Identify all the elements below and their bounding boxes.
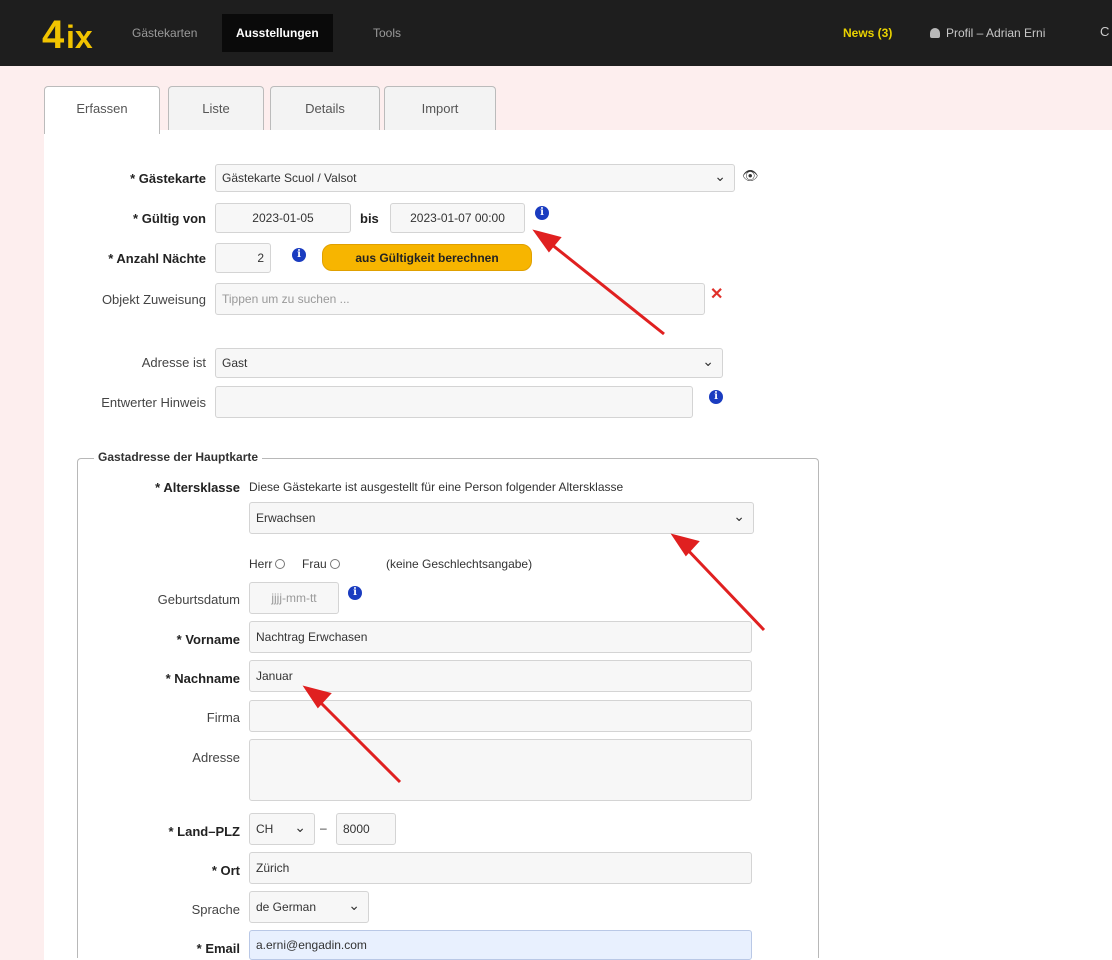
- radio-icon: [275, 559, 286, 569]
- news-link[interactable]: News (3): [843, 26, 892, 40]
- tab-import[interactable]: Import: [384, 86, 496, 132]
- tab-erfassen[interactable]: Erfassen: [44, 86, 160, 134]
- entwerter-hinweis-input[interactable]: [215, 386, 693, 418]
- altersklasse-hint: Diese Gästekarte ist ausgestellt für ein…: [249, 480, 624, 494]
- eye-icon[interactable]: 👁: [742, 168, 759, 184]
- plz-input[interactable]: 8000: [336, 813, 396, 845]
- email-label: * Email: [196, 941, 240, 956]
- tab-liste[interactable]: Liste: [168, 86, 264, 132]
- radio-icon: [329, 559, 340, 569]
- adresse-ist-label: Adresse ist: [141, 355, 206, 370]
- profile-link[interactable]: Profil – Adrian Erni: [930, 26, 1045, 40]
- frau-radio[interactable]: Frau: [302, 557, 340, 571]
- land-select[interactable]: CH: [249, 813, 315, 845]
- altersklasse-select[interactable]: Erwachsen: [249, 502, 754, 534]
- user-icon: [930, 28, 940, 38]
- adresse-ist-select[interactable]: Gast: [215, 348, 723, 378]
- vorname-label: * Vorname: [176, 632, 240, 647]
- keine-geschlechtsangabe-radio[interactable]: (keine Geschlechtsangabe): [386, 557, 532, 571]
- objekt-zuweisung-label: Objekt Zuweisung: [101, 292, 206, 307]
- gaestekarte-label: * Gästekarte: [130, 171, 206, 186]
- firma-label: Firma: [206, 710, 240, 725]
- info-icon[interactable]: i: [292, 248, 306, 262]
- top-navigation-bar: 4 ix Gästekarten Ausstellungen Tools New…: [0, 0, 1112, 66]
- geburtsdatum-input[interactable]: jjjj-mm-tt: [249, 582, 339, 614]
- ort-label: * Ort: [211, 863, 240, 878]
- svg-text:4: 4: [42, 13, 65, 57]
- svg-text:ix: ix: [66, 19, 93, 55]
- 4ix-logo[interactable]: 4 ix: [42, 12, 106, 58]
- adresse-label: Adresse: [192, 750, 240, 765]
- anzahl-naechte-input[interactable]: 2: [215, 243, 271, 273]
- nachname-label: * Nachname: [165, 671, 240, 686]
- firma-input[interactable]: [249, 700, 752, 732]
- entwerter-hinweis-label: Entwerter Hinweis: [101, 395, 206, 410]
- sprache-label: Sprache: [191, 902, 240, 917]
- bis-label: bis: [360, 211, 379, 226]
- nav-gaestekarten[interactable]: Gästekarten: [132, 26, 197, 40]
- gueltig-bis-input[interactable]: 2023-01-07 00:00: [390, 203, 525, 233]
- info-icon[interactable]: i: [535, 206, 549, 220]
- info-icon[interactable]: i: [348, 586, 362, 600]
- land-plz-dash: –: [320, 821, 327, 835]
- gaestekarte-select[interactable]: Gästekarte Scuol / Valsot: [215, 164, 735, 192]
- clear-icon[interactable]: ✕: [710, 284, 723, 304]
- tab-details[interactable]: Details: [270, 86, 380, 132]
- gastadresse-legend: Gastadresse der Hauptkarte: [94, 450, 263, 464]
- berechnen-button[interactable]: aus Gültigkeit berechnen: [322, 244, 532, 271]
- gueltig-von-input[interactable]: 2023-01-05: [215, 203, 351, 233]
- geburtsdatum-label: Geburtsdatum: [157, 592, 240, 607]
- adresse-textarea[interactable]: [249, 739, 752, 801]
- anzahl-naechte-label: * Anzahl Nächte: [108, 251, 206, 266]
- ort-input[interactable]: Zürich: [249, 852, 752, 884]
- gueltig-von-label: * Gültig von: [133, 211, 206, 226]
- sprache-select[interactable]: de German: [249, 891, 369, 923]
- nav-ausstellungen[interactable]: Ausstellungen: [222, 14, 333, 52]
- vorname-input[interactable]: Nachtrag Erwchasen: [249, 621, 752, 653]
- topbar-extra-item[interactable]: C: [1100, 24, 1109, 39]
- altersklasse-label: * Altersklasse: [155, 480, 240, 495]
- land-plz-label: * Land–PLZ: [168, 824, 240, 839]
- email-input[interactable]: a.erni@engadin.com: [249, 930, 752, 960]
- info-icon[interactable]: i: [709, 390, 723, 404]
- herr-radio[interactable]: Herr: [249, 557, 286, 571]
- profile-label: Profil – Adrian Erni: [946, 26, 1046, 40]
- nav-tools[interactable]: Tools: [373, 26, 401, 40]
- objekt-zuweisung-input[interactable]: Tippen um zu suchen ...: [215, 283, 705, 315]
- nachname-input[interactable]: Januar: [249, 660, 752, 692]
